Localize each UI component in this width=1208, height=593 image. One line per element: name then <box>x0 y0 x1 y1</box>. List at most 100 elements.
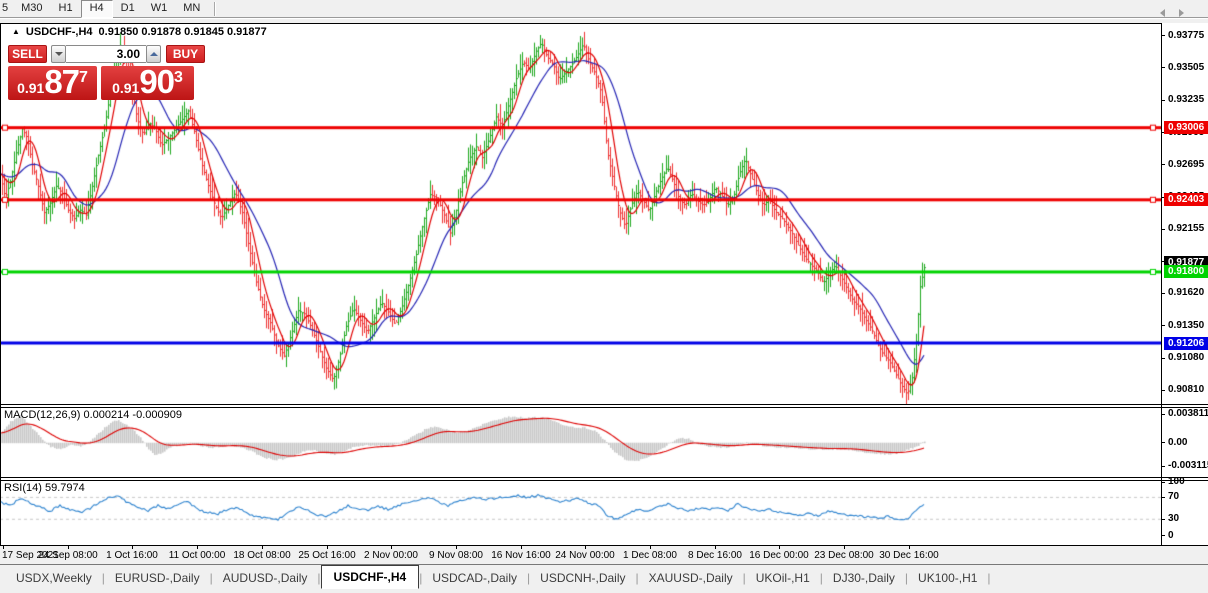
tab-uk100-h1[interactable]: UK100-,H1 <box>908 567 987 589</box>
tab-usdcad-daily[interactable]: USDCAD-,Daily <box>422 567 527 589</box>
time-axis-label: 25 Oct 16:00 <box>298 550 356 561</box>
price-axis-tick <box>1161 99 1165 101</box>
price-axis-tick <box>1161 35 1165 37</box>
volume-increase-button[interactable] <box>146 45 161 63</box>
price-axis-tick <box>1161 292 1165 294</box>
tab-usdchf-h4[interactable]: USDCHF-,H4 <box>320 565 420 589</box>
rsi-axis-label: 30 <box>1168 513 1180 525</box>
price-axis-tick <box>1161 67 1165 69</box>
price-axis-tick-label: 0.91620 <box>1168 287 1205 299</box>
price-level-label: 0.93006 <box>1164 121 1208 135</box>
time-axis-tick <box>456 546 457 549</box>
tabs-scroll-right-icon[interactable] <box>1179 9 1184 17</box>
chart-tabs-bar: USDX,Weekly | EURUSD-,Daily | AUDUSD-,Daily |… <box>0 564 1208 590</box>
arrow-down-icon <box>54 52 63 56</box>
timeframe-button-5[interactable]: 5 <box>0 0 13 18</box>
timeframe-button-mn[interactable]: MN <box>175 0 208 18</box>
sell-price-pip: 7 <box>79 69 88 86</box>
timeframe-button-w1[interactable]: W1 <box>143 0 176 18</box>
tabs-scroll-left-icon[interactable] <box>1160 9 1165 17</box>
time-axis-tick <box>197 546 198 549</box>
time-axis-label: 9 Nov 08:00 <box>429 550 483 561</box>
time-axis-tick <box>521 546 522 549</box>
price-axis-tick-label: 0.93235 <box>1168 94 1205 106</box>
time-axis-tick <box>3 546 4 549</box>
rsi-label: RSI(14) 59.7974 <box>4 482 85 494</box>
price-axis-tick <box>1161 228 1165 230</box>
price-level-label: 0.91206 <box>1164 336 1208 350</box>
tab-audusd-daily[interactable]: AUDUSD-,Daily <box>213 567 318 589</box>
macd-axis-tick <box>1161 465 1165 467</box>
time-axis-tick <box>68 546 69 549</box>
price-level-label: 0.91800 <box>1164 265 1208 279</box>
arrow-up-icon <box>149 52 158 56</box>
main-panel-bottom-border <box>0 404 1208 405</box>
price-axis-tick-label: 0.91080 <box>1168 352 1205 364</box>
timeframe-button-d1[interactable]: D1 <box>113 0 143 18</box>
tab-eurusd-daily[interactable]: EURUSD-,Daily <box>105 567 210 589</box>
price-axis-tick <box>1161 325 1165 327</box>
time-axis-label: 24 Nov 00:00 <box>555 550 615 561</box>
rsi-axis-label: 70 <box>1168 491 1180 503</box>
sell-button[interactable]: SELL <box>8 45 47 63</box>
volume-input[interactable]: 3.00 <box>66 45 146 63</box>
chart-top-border <box>0 23 1161 24</box>
price-axis-tick <box>1161 357 1165 359</box>
price-axis-tick-label: 0.92155 <box>1168 223 1205 235</box>
time-axis: 17 Sep 2021 24 Sep 08:00 1 Oct 16:00 11 Oct… <box>0 546 1208 563</box>
rsi-axis-label: 100 <box>1168 476 1185 487</box>
tab-usdx-weekly[interactable]: USDX,Weekly <box>6 567 102 589</box>
time-axis-tick <box>132 546 133 549</box>
sell-price-main: 87 <box>44 63 80 100</box>
time-axis-label: 16 Dec 00:00 <box>749 550 809 561</box>
rsi-indicator-canvas[interactable] <box>0 480 1161 545</box>
time-axis-label: 11 Oct 00:00 <box>168 550 226 561</box>
mt4-window: 5 M30 H1 H4 D1 W1 MN ▲ USDCHF-,H4 0.91850 0.9187… <box>0 0 1208 593</box>
macd-panel-bottom-border <box>0 477 1208 478</box>
time-axis-tick <box>585 546 586 549</box>
chart-ohlc-values: 0.91850 0.91878 0.91845 0.91877 <box>98 26 267 38</box>
tab-usdcnh-daily[interactable]: USDCNH-,Daily <box>530 567 635 589</box>
time-axis-label: 1 Oct 16:00 <box>106 550 158 561</box>
time-axis-label: 16 Nov 16:00 <box>491 550 551 561</box>
buy-price-main: 90 <box>139 63 175 100</box>
timeframe-button-m30[interactable]: M30 <box>13 0 50 18</box>
time-axis-label: 23 Dec 08:00 <box>814 550 874 561</box>
tab-xauusd-daily[interactable]: XAUUSD-,Daily <box>639 567 743 589</box>
price-axis-tick-label: 0.91350 <box>1168 319 1205 331</box>
price-axis-tick-label: 0.92695 <box>1168 158 1205 170</box>
price-axis-tick-label: 0.93505 <box>1168 61 1205 73</box>
chart-symbol-label: USDCHF-,H4 <box>25 26 93 38</box>
macd-axis-label: 0.003811 <box>1168 408 1208 420</box>
buy-price-box[interactable]: 0.91 90 3 <box>101 63 194 100</box>
time-axis-tick <box>650 546 651 549</box>
price-axis-tick-label: 0.90810 <box>1168 384 1205 396</box>
rsi-panel-top-border <box>0 480 1208 481</box>
time-axis-tick <box>844 546 845 549</box>
sell-price-box[interactable]: 0.91 87 7 <box>8 63 97 100</box>
tab-dj30-daily[interactable]: DJ30-,Daily <box>823 567 905 589</box>
time-axis-tick <box>715 546 716 549</box>
time-axis-label: 24 Sep 08:00 <box>38 550 98 561</box>
time-axis-tick <box>909 546 910 549</box>
price-axis-tick-label: 0.93775 <box>1168 29 1205 41</box>
macd-axis-tick <box>1161 442 1165 444</box>
timeframe-button-h1[interactable]: H1 <box>51 0 81 18</box>
buy-button[interactable]: BUY <box>166 45 205 63</box>
time-axis-tick <box>779 546 780 549</box>
rsi-axis-label: 0 <box>1168 529 1174 541</box>
timeframe-button-h4[interactable]: H4 <box>80 0 113 18</box>
one-click-trading-widget: SELL 3.00 BUY 0.91 87 7 0.91 90 3 <box>8 45 206 100</box>
sell-price-prefix: 0.91 <box>17 80 45 96</box>
rsi-axis-tick <box>1161 481 1165 483</box>
macd-panel-top-border <box>0 407 1208 408</box>
buy-price-prefix: 0.91 <box>112 80 140 96</box>
time-axis-label: 1 Dec 08:00 <box>623 550 677 561</box>
time-axis-tick <box>262 546 263 549</box>
rsi-axis-tick <box>1161 496 1165 498</box>
collapse-arrow-icon[interactable]: ▲ <box>12 28 20 36</box>
tab-ukoil-h1[interactable]: UKOil-,H1 <box>746 567 820 589</box>
buy-price-pip: 3 <box>174 69 183 86</box>
volume-decrease-button[interactable] <box>51 45 66 63</box>
rsi-axis-tick <box>1161 518 1165 520</box>
